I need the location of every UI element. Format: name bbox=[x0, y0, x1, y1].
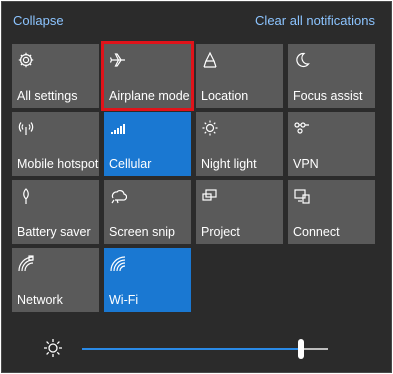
tile-label: Location bbox=[201, 89, 249, 103]
tile-label: Focus assist bbox=[293, 89, 363, 103]
brightness-slider-thumb[interactable] bbox=[297, 339, 304, 359]
tile-label: Cellular bbox=[109, 157, 152, 171]
tile-project[interactable]: Project bbox=[196, 180, 283, 244]
cellular-icon bbox=[109, 119, 127, 137]
brightness-slider-track[interactable] bbox=[82, 339, 328, 359]
collapse-link[interactable]: Collapse bbox=[13, 13, 64, 28]
clear-all-notifications-link[interactable]: Clear all notifications bbox=[255, 13, 375, 28]
brightness-control bbox=[42, 335, 352, 363]
tile-label: Connect bbox=[293, 225, 340, 239]
airplane-icon bbox=[109, 51, 127, 69]
tile-network[interactable]: Network bbox=[12, 248, 99, 312]
tile-label: Battery saver bbox=[17, 225, 91, 239]
tile-airplane-mode[interactable]: Airplane mode bbox=[101, 41, 194, 111]
location-icon bbox=[201, 51, 219, 69]
action-center-panel: Collapse Clear all notifications All set… bbox=[1, 1, 392, 373]
tile-screen-snip[interactable]: Screen snip bbox=[104, 180, 191, 244]
tile-label: Screen snip bbox=[109, 225, 176, 239]
vpn-icon bbox=[293, 119, 311, 137]
tile-battery-saver[interactable]: Battery saver bbox=[12, 180, 99, 244]
tile-vpn[interactable]: VPN bbox=[288, 112, 375, 176]
tile-label: Project bbox=[201, 225, 240, 239]
tile-label: All settings bbox=[17, 89, 78, 103]
brightness-icon bbox=[42, 337, 64, 359]
tile-mobile-hotspot[interactable]: Mobile hotspot bbox=[12, 112, 99, 176]
network-icon bbox=[17, 255, 35, 273]
wifi-icon bbox=[109, 255, 127, 273]
tile-wifi[interactable]: Wi-Fi bbox=[104, 248, 191, 312]
tile-connect[interactable]: Connect bbox=[288, 180, 375, 244]
screen-snip-icon bbox=[109, 187, 127, 205]
tile-label: Airplane mode bbox=[109, 89, 190, 103]
tile-label: Night light bbox=[201, 157, 257, 171]
connect-icon bbox=[293, 187, 311, 205]
tile-cellular[interactable]: Cellular bbox=[104, 112, 191, 176]
hotspot-icon bbox=[17, 119, 35, 137]
tile-night-light[interactable]: Night light bbox=[196, 112, 283, 176]
tile-label: Network bbox=[17, 293, 63, 307]
battery-saver-icon bbox=[17, 187, 35, 205]
moon-icon bbox=[293, 51, 311, 69]
project-icon bbox=[201, 187, 219, 205]
tile-focus-assist[interactable]: Focus assist bbox=[288, 44, 375, 108]
gear-icon bbox=[17, 51, 35, 69]
brightness-slider-fill bbox=[82, 348, 301, 350]
tile-label: VPN bbox=[293, 157, 319, 171]
tile-location[interactable]: Location bbox=[196, 44, 283, 108]
tile-label: Wi-Fi bbox=[109, 293, 139, 307]
night-light-icon bbox=[201, 119, 219, 137]
tile-all-settings[interactable]: All settings bbox=[12, 44, 99, 108]
tile-label: Mobile hotspot bbox=[17, 157, 99, 171]
